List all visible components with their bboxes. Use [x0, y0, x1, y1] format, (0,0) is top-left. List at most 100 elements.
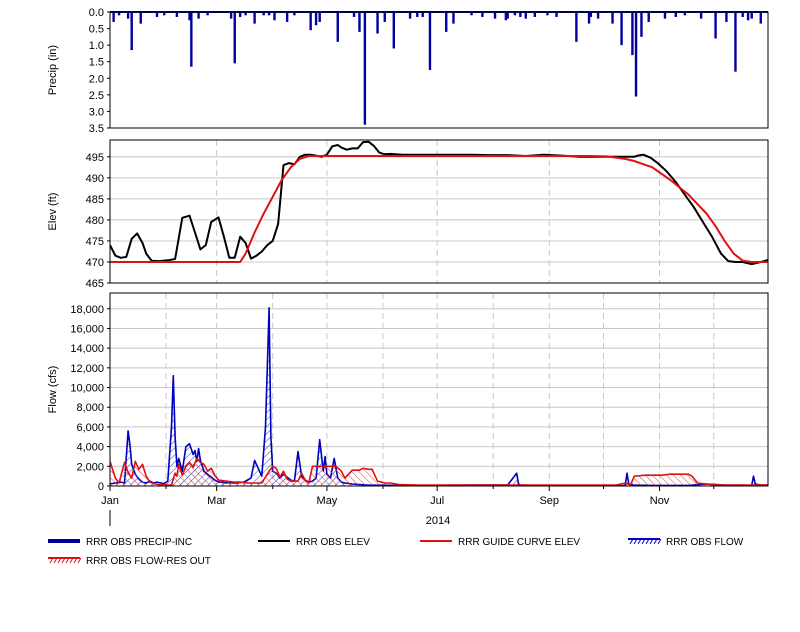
precip-bar: [674, 12, 678, 17]
y-tick-label: 495: [86, 152, 104, 164]
precip-bar: [714, 12, 717, 39]
precip-bar: [376, 12, 379, 34]
panel-precip-bg: [110, 12, 768, 128]
legend-label: RRR GUIDE CURVE ELEV: [458, 537, 580, 548]
precip-bar: [759, 12, 762, 24]
precip-bar: [285, 12, 289, 22]
precip-bar: [233, 12, 236, 64]
precip-bar: [383, 12, 386, 22]
y-tick-label: 475: [86, 236, 104, 248]
y-tick-label: 2.0: [89, 73, 104, 85]
y-tick-label: 2,000: [76, 461, 104, 473]
precip-bar: [524, 12, 527, 19]
precip-bar: [126, 12, 130, 19]
precip-bar: [452, 12, 455, 24]
precip-bar: [575, 12, 578, 42]
precip-bar: [253, 12, 256, 24]
precip-bar: [481, 12, 484, 17]
precip-bar: [699, 12, 703, 19]
precip-bar: [130, 12, 133, 51]
legend-item: RRR GUIDE CURVE ELEV: [420, 537, 580, 548]
precip-bar: [314, 12, 318, 26]
y-tick-label: 14,000: [70, 343, 104, 355]
precip-bar: [363, 12, 367, 125]
precip-bar: [358, 12, 361, 32]
precip-bar: [555, 12, 558, 17]
precip-bar: [139, 12, 142, 24]
precip-bar: [175, 12, 179, 17]
precip-bar: [506, 12, 509, 19]
precip-bar: [318, 12, 321, 22]
precip-bar: [273, 12, 276, 21]
precip-bar: [596, 12, 600, 19]
y-tick-label: 485: [86, 194, 104, 206]
precip-bar: [611, 12, 614, 24]
precip-bar: [741, 12, 744, 17]
y-tick-label: 480: [86, 215, 104, 227]
y-tick-label: 12,000: [70, 363, 104, 375]
y-tick-label: 3.0: [89, 106, 104, 118]
precip-bar: [533, 12, 537, 17]
precip-bar: [408, 12, 412, 19]
precip-bar: [647, 12, 650, 22]
precip-bar: [197, 12, 200, 19]
x-tick-label: May: [317, 495, 338, 507]
precip-bar: [634, 12, 638, 97]
x-year-label: 2014: [426, 515, 450, 527]
precip-bar: [416, 12, 419, 17]
precip-bar: [112, 12, 115, 22]
x-tick-label: Jul: [430, 495, 444, 507]
precip-bar: [493, 12, 497, 19]
panel-flow-bg: [110, 293, 768, 486]
precip-bar: [746, 12, 750, 21]
precip-bar: [190, 12, 193, 67]
y-tick-label: 3.5: [89, 123, 104, 135]
x-tick-label: Mar: [207, 495, 226, 507]
precip-bar: [392, 12, 396, 49]
y-axis-label: Precip (in): [47, 45, 59, 95]
legend-label: RRR OBS FLOW: [666, 537, 744, 548]
y-tick-label: 0.5: [89, 24, 104, 36]
precip-bar: [445, 12, 448, 32]
precip-bar: [309, 12, 312, 31]
precip-bar: [336, 12, 339, 42]
x-tick-label: Nov: [650, 495, 670, 507]
legend-item: RRR OBS PRECIP-INC: [48, 537, 192, 548]
precip-bar: [734, 12, 737, 72]
precip-bar: [352, 12, 356, 17]
y-tick-label: 4,000: [76, 442, 104, 454]
legend-label: RRR OBS PRECIP-INC: [86, 537, 192, 548]
y-tick-label: 1.0: [89, 40, 104, 52]
y-tick-label: 465: [86, 278, 104, 290]
precip-bar: [750, 12, 753, 19]
y-tick-label: 490: [86, 173, 104, 185]
precip-bar: [589, 12, 593, 17]
y-tick-label: 470: [86, 257, 104, 269]
chart-figure: 0.0 0.5 1.0 1.5 2.0 2.5 3.0 3.5 Precip (in) 465 47…: [0, 0, 800, 627]
y-axis-label: Flow (cfs): [47, 366, 59, 414]
precip-bar: [620, 12, 623, 46]
y-tick-label: 0: [98, 481, 104, 493]
legend-item: RRR OBS FLOW: [628, 537, 744, 548]
chart-svg: 0.0 0.5 1.0 1.5 2.0 2.5 3.0 3.5 Precip (in) 465 47…: [47, 7, 769, 567]
legend-item: RRR OBS ELEV: [258, 537, 370, 548]
precip-bar: [238, 12, 242, 17]
precip-bar: [519, 12, 522, 17]
precip-bar: [428, 12, 432, 70]
legend-label: RRR OBS FLOW-RES OUT: [86, 556, 211, 567]
y-tick-label: 2.5: [89, 90, 104, 102]
y-tick-label: 6,000: [76, 422, 104, 434]
x-tick-label: Jan: [101, 495, 119, 507]
precip-bar: [663, 12, 667, 19]
precip-bar: [155, 12, 159, 17]
y-tick-label: 18,000: [70, 304, 104, 316]
precip-bar: [421, 12, 424, 17]
precip-bar: [229, 12, 233, 19]
y-tick-label: 0.0: [89, 7, 104, 19]
legend-item: RRR OBS FLOW-RES OUT: [48, 556, 211, 567]
legend-label: RRR OBS ELEV: [296, 537, 370, 548]
precip-bar: [725, 12, 728, 22]
y-tick-label: 8,000: [76, 402, 104, 414]
y-tick-label: 10,000: [70, 383, 104, 395]
y-tick-label: 1.5: [89, 57, 104, 69]
